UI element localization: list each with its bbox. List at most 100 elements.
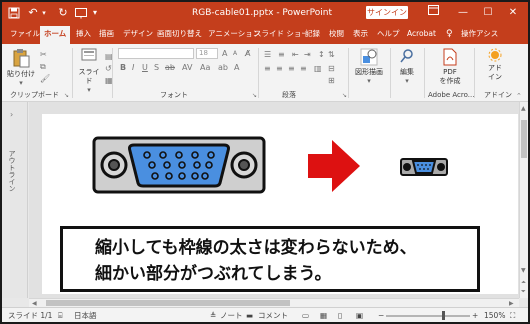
numbering-icon[interactable]: ≡	[278, 50, 285, 60]
reset-icon[interactable]: ↺	[105, 64, 112, 74]
italic-icon[interactable]: I	[132, 63, 134, 73]
paragraph-launcher-icon[interactable]: ↘	[342, 91, 347, 101]
bold-icon[interactable]: B	[120, 63, 126, 73]
new-slide-button[interactable]: スライド ▾	[76, 48, 102, 95]
undo-icon[interactable]: ↶	[26, 5, 40, 21]
notes-button[interactable]: ノート	[220, 310, 243, 321]
font-color-icon[interactable]: A	[234, 63, 239, 73]
vga-connector-large-image[interactable]	[92, 136, 266, 194]
format-painter-icon[interactable]: 🖌	[40, 74, 50, 84]
red-arrow-right-icon[interactable]	[306, 138, 362, 194]
group-adobe-label: Adobe Acro...	[428, 91, 475, 99]
scroll-up-icon[interactable]: ▲	[521, 104, 526, 114]
language-indicator[interactable]: 日本語	[74, 310, 97, 321]
addin-label: アド	[488, 64, 502, 72]
strikethrough-icon[interactable]: ab	[165, 63, 175, 73]
shrink-font-icon[interactable]: A	[233, 49, 237, 59]
align-center-icon[interactable]: ≡	[276, 64, 283, 74]
powerpoint-window: ↶ ▾ ↻ ▾ RGB-cable01.pptx - PowerPoint サイ…	[0, 0, 530, 324]
font-family-dropdown[interactable]	[118, 48, 194, 59]
ribbon-display-options-icon[interactable]	[422, 2, 444, 24]
smartart-icon[interactable]: ⊞	[328, 76, 335, 86]
reading-view-icon[interactable]: ▯	[338, 310, 342, 321]
char-spacing-icon[interactable]: AV	[182, 63, 192, 73]
tab-acrobat[interactable]: Acrobat	[407, 28, 436, 40]
tab-animations[interactable]: アニメーション	[208, 28, 260, 40]
signin-button[interactable]: サインイン	[366, 6, 408, 19]
font-launcher-icon[interactable]: ↘	[252, 91, 257, 101]
expand-pane-icon[interactable]: ›	[10, 110, 13, 120]
create-pdf-button[interactable]: PDF を作成	[432, 48, 468, 86]
clipboard-launcher-icon[interactable]: ↘	[64, 91, 69, 101]
spell-check-icon[interactable]: ⌸	[58, 310, 63, 321]
text-direction-icon[interactable]: ⇅	[328, 50, 335, 60]
copy-icon[interactable]: ⧉	[40, 62, 46, 72]
align-right-icon[interactable]: ≡	[288, 64, 295, 74]
undo-dropdown-icon[interactable]: ▾	[40, 5, 48, 21]
slideshow-start-icon[interactable]	[74, 5, 88, 21]
group-paragraph-label: 段落	[282, 91, 296, 99]
customize-qat-icon[interactable]: ▾	[90, 5, 100, 21]
bullets-icon[interactable]: ☰	[264, 50, 271, 60]
vga-connector-small-image[interactable]	[400, 158, 448, 176]
zoom-level[interactable]: 150%	[484, 310, 505, 321]
slide-sorter-icon[interactable]: ▦	[320, 310, 327, 321]
zoom-out-icon[interactable]: −	[378, 310, 384, 321]
paste-icon	[13, 49, 30, 68]
increase-indent-icon[interactable]: ⇥	[304, 50, 311, 60]
tab-help[interactable]: ヘルプ	[377, 28, 400, 40]
shadow-icon[interactable]: S	[154, 63, 159, 73]
grow-font-icon[interactable]: A	[222, 49, 227, 59]
edit-button[interactable]: 編集 ▾	[394, 48, 420, 86]
outline-pane-collapsed[interactable]: ›	[2, 102, 28, 298]
tab-file[interactable]: ファイル	[10, 28, 40, 40]
change-case-icon[interactable]: Aa	[200, 63, 210, 73]
lightbulb-icon[interactable]: ♀	[446, 28, 453, 40]
tab-home[interactable]: ホーム	[40, 26, 71, 44]
next-slide-icon[interactable]: ⏷	[521, 287, 526, 297]
font-size-dropdown[interactable]: 18	[196, 48, 218, 59]
fit-to-window-icon[interactable]: ⛶	[510, 310, 515, 321]
notes-icon[interactable]: ≜	[210, 310, 216, 321]
align-text-icon[interactable]: ⊟	[328, 64, 335, 74]
tab-view[interactable]: 表示	[353, 28, 368, 40]
align-left-icon[interactable]: ≡	[264, 64, 271, 74]
zoom-slider-thumb[interactable]	[442, 311, 445, 320]
maximize-icon[interactable]: ☐	[477, 2, 499, 24]
tab-review[interactable]: 校閲	[329, 28, 344, 40]
line-spacing-icon[interactable]: ↕	[318, 50, 325, 60]
tab-design[interactable]: デザイン	[123, 28, 153, 40]
columns-icon[interactable]: ▥	[314, 64, 322, 74]
clear-format-icon[interactable]: A̸	[245, 49, 250, 59]
paste-button[interactable]: 貼り付け ▾	[6, 48, 36, 88]
highlight-icon[interactable]: ab	[218, 63, 228, 73]
horizontal-scroll-thumb[interactable]	[46, 300, 290, 306]
comments-icon[interactable]: ▬	[246, 310, 253, 321]
comments-button[interactable]: コメント	[258, 310, 288, 321]
tab-insert[interactable]: 挿入	[76, 28, 91, 40]
slideshow-view-icon[interactable]: ▣	[356, 310, 363, 321]
tell-me-search[interactable]: 操作アシス	[461, 28, 498, 40]
close-icon[interactable]: ✕	[502, 2, 524, 24]
tab-draw[interactable]: 描画	[99, 28, 114, 40]
decrease-indent-icon[interactable]: ⇤	[292, 50, 299, 60]
normal-view-icon[interactable]: ▭	[302, 310, 309, 321]
scroll-down-icon[interactable]: ▼	[521, 266, 526, 276]
redo-icon[interactable]: ↻	[56, 5, 70, 21]
addins-button[interactable]: アド イン	[480, 48, 510, 82]
underline-icon[interactable]: U	[142, 63, 148, 73]
collapse-ribbon-icon[interactable]: ⌃	[516, 91, 522, 101]
addin-label-2: イン	[488, 73, 502, 81]
zoom-slider[interactable]	[386, 314, 470, 318]
shape-draw-button[interactable]: 図形描画 ▾	[352, 48, 386, 86]
vertical-scroll-thumb[interactable]	[521, 120, 527, 158]
justify-icon[interactable]: ≡	[300, 64, 307, 74]
cut-icon[interactable]: ✂	[40, 50, 47, 60]
zoom-in-icon[interactable]: +	[472, 310, 478, 321]
minimize-icon[interactable]: —	[452, 2, 474, 24]
save-icon[interactable]	[7, 5, 21, 21]
tab-slideshow[interactable]: スライド ショー	[254, 28, 309, 40]
tab-record[interactable]: 記録	[305, 28, 320, 40]
tab-transitions[interactable]: 画面切り替え	[157, 28, 202, 40]
caption-textbox[interactable]: 縮小しても枠線の太さは変わらないため、 細かい部分がつぶれてしまう。	[60, 226, 480, 292]
